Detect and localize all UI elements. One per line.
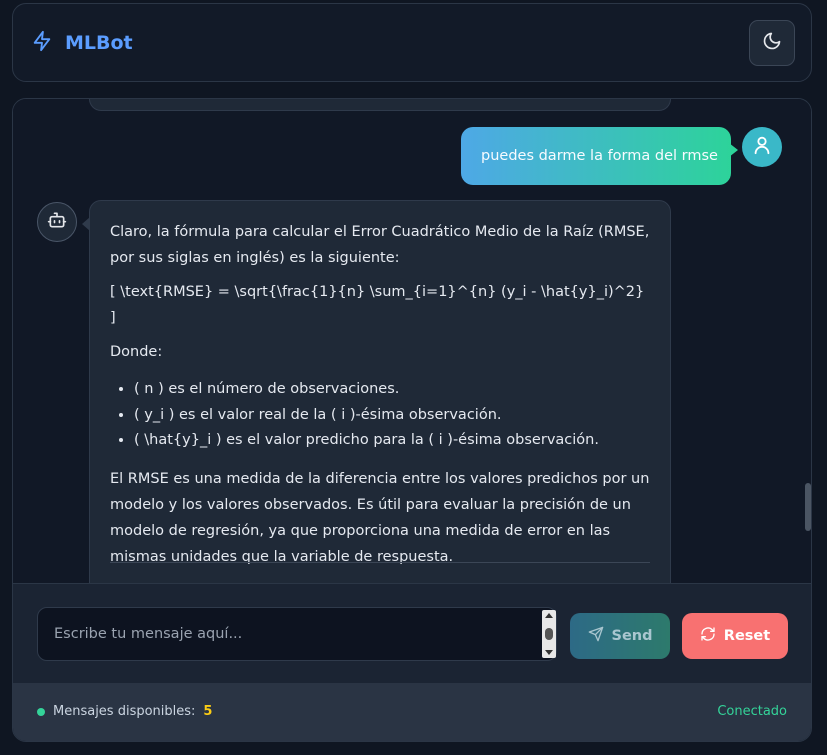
moon-icon [762,31,782,55]
send-label: Send [611,628,653,644]
send-button[interactable]: Send [570,613,670,659]
status-dot-icon [37,707,45,716]
bot-message-formula: [ \text{RMSE} = \sqrt{\frac{1}{n} \sum_{… [110,284,645,326]
messages-available: Mensajes disponibles: 5 [37,704,212,719]
brand-name: MLBot [65,32,133,54]
list-item: ( n ) es el número de observaciones. [134,377,650,403]
bot-icon [47,210,67,234]
message-list[interactable]: puedes darme la forma del rmse Claro, la… [13,99,811,583]
list-item: ( y_i ) es el valor real de la ( i )-ési… [134,403,650,429]
user-avatar [742,127,782,167]
app-header: MLBot [12,3,812,82]
bot-message-donde: Donde: [110,344,163,360]
composer: Send Reset [13,583,811,683]
message-scrollbar[interactable] [805,483,811,531]
reset-label: Reset [723,628,771,644]
connection-status: Conectado [717,704,787,719]
bot-message-intro: Claro, la fórmula para calcular el Error… [110,224,650,266]
definition-list: ( n ) es el número de observaciones. ( y… [134,377,650,454]
messages-label: Mensajes disponibles: [53,704,196,719]
message-input[interactable] [37,607,557,661]
bot-avatar [37,202,77,242]
previous-bot-message [89,99,671,111]
lightning-icon [31,30,53,56]
messages-count: 5 [203,704,213,719]
message-divider [110,562,650,563]
chat-panel: puedes darme la forma del rmse Claro, la… [12,98,812,742]
send-icon [588,626,604,646]
list-item: ( \hat{y}_i ) es el valor predicho para … [134,428,650,454]
status-footer: Mensajes disponibles: 5 Conectado [13,683,811,741]
refresh-icon [700,626,716,646]
user-bubble-tail [729,143,738,157]
user-message-text: puedes darme la forma del rmse [481,148,718,164]
reset-button[interactable]: Reset [682,613,788,659]
bot-message-bubble: Claro, la fórmula para calcular el Error… [89,200,671,583]
input-scroll-stepper[interactable] [542,610,556,658]
user-message-bubble: puedes darme la forma del rmse [461,127,731,185]
theme-toggle-button[interactable] [749,20,795,66]
bot-message-explanation: El RMSE es una medida de la diferencia e… [110,470,650,565]
brand[interactable]: MLBot [31,30,133,56]
user-icon [751,134,773,160]
